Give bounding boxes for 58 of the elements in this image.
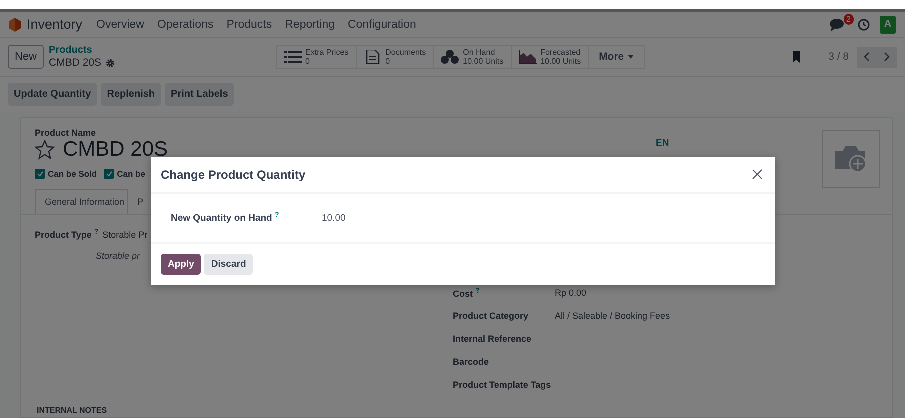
caret-icon: [628, 55, 634, 59]
menu-item[interactable]: Overview: [96, 18, 144, 30]
new-button[interactable]: New: [8, 45, 44, 69]
field-value[interactable]: Rp 0.00: [555, 288, 587, 298]
product-name: CMBD 20S: [63, 138, 168, 161]
menu-item[interactable]: Operations: [157, 18, 214, 30]
field-value[interactable]: Storable Pr: [102, 230, 148, 240]
app-logo-icon[interactable]: [9, 18, 21, 32]
menu-item[interactable]: Products: [226, 18, 272, 30]
check-icon: [36, 171, 44, 177]
area-chart-icon: [518, 50, 537, 64]
quantity-field[interactable]: 10.00: [322, 212, 346, 224]
field-label: Product Name: [35, 128, 98, 138]
next-button[interactable]: [877, 46, 897, 68]
list-icon: [284, 50, 302, 64]
cubes-icon: [441, 50, 460, 64]
bookmark-icon[interactable]: [792, 51, 801, 63]
apply-button[interactable]: Apply: [161, 254, 202, 275]
field-label: New Quantity on Hand $^{?}$: [171, 212, 280, 224]
tab[interactable]: General Information: [35, 189, 128, 214]
checkbox-label[interactable]: Can be: [117, 169, 146, 179]
star-icon[interactable]: [35, 140, 55, 160]
field-hint: Storable pr: [96, 251, 140, 261]
pager-count: 3 / 8: [828, 51, 849, 63]
field-label: Product Template Tags: [453, 380, 552, 390]
action-button[interactable]: Update Quantity: [8, 83, 98, 106]
check-icon: [106, 171, 113, 177]
field-label: Internal Reference: [453, 334, 533, 344]
chevron-left-icon: [864, 52, 870, 62]
close-icon: [752, 169, 763, 180]
gear-icon[interactable]: [106, 58, 115, 68]
field-value[interactable]: All / Saleable / Booking Fees: [555, 311, 670, 321]
action-button[interactable]: Print Labels: [165, 83, 234, 106]
field-label: Product Type $^{?}$: [35, 229, 99, 240]
user-avatar[interactable]: A: [880, 16, 896, 34]
menu-item[interactable]: Reporting: [285, 18, 335, 30]
checkbox[interactable]: [35, 169, 45, 179]
app-name[interactable]: Inventory: [27, 17, 83, 32]
tab[interactable]: P: [128, 189, 147, 214]
language-badge[interactable]: EN: [656, 138, 670, 149]
menu-item[interactable]: Configuration: [348, 18, 416, 30]
previous-button[interactable]: [857, 46, 877, 68]
notification-badge: 2: [844, 14, 854, 24]
breadcrumb-link[interactable]: Products: [49, 45, 115, 57]
document-icon: [364, 50, 382, 64]
record-name: CMBD 20S: [49, 57, 102, 69]
section-heading: INTERNAL NOTES: [37, 406, 108, 415]
field-label: Product Category: [453, 311, 530, 321]
checkbox[interactable]: [104, 169, 114, 179]
dialog-title: Change Product Quantity: [161, 168, 306, 182]
clock-icon[interactable]: [858, 18, 870, 30]
field-label: Cost $^{?}$: [453, 288, 481, 299]
action-button[interactable]: Replenish: [101, 83, 162, 106]
checkbox-label[interactable]: Can be Sold: [48, 169, 98, 179]
chevron-right-icon: [884, 52, 890, 62]
close-button[interactable]: [750, 167, 765, 182]
discard-button[interactable]: Discard: [204, 254, 254, 275]
field-label: Barcode: [453, 357, 490, 367]
